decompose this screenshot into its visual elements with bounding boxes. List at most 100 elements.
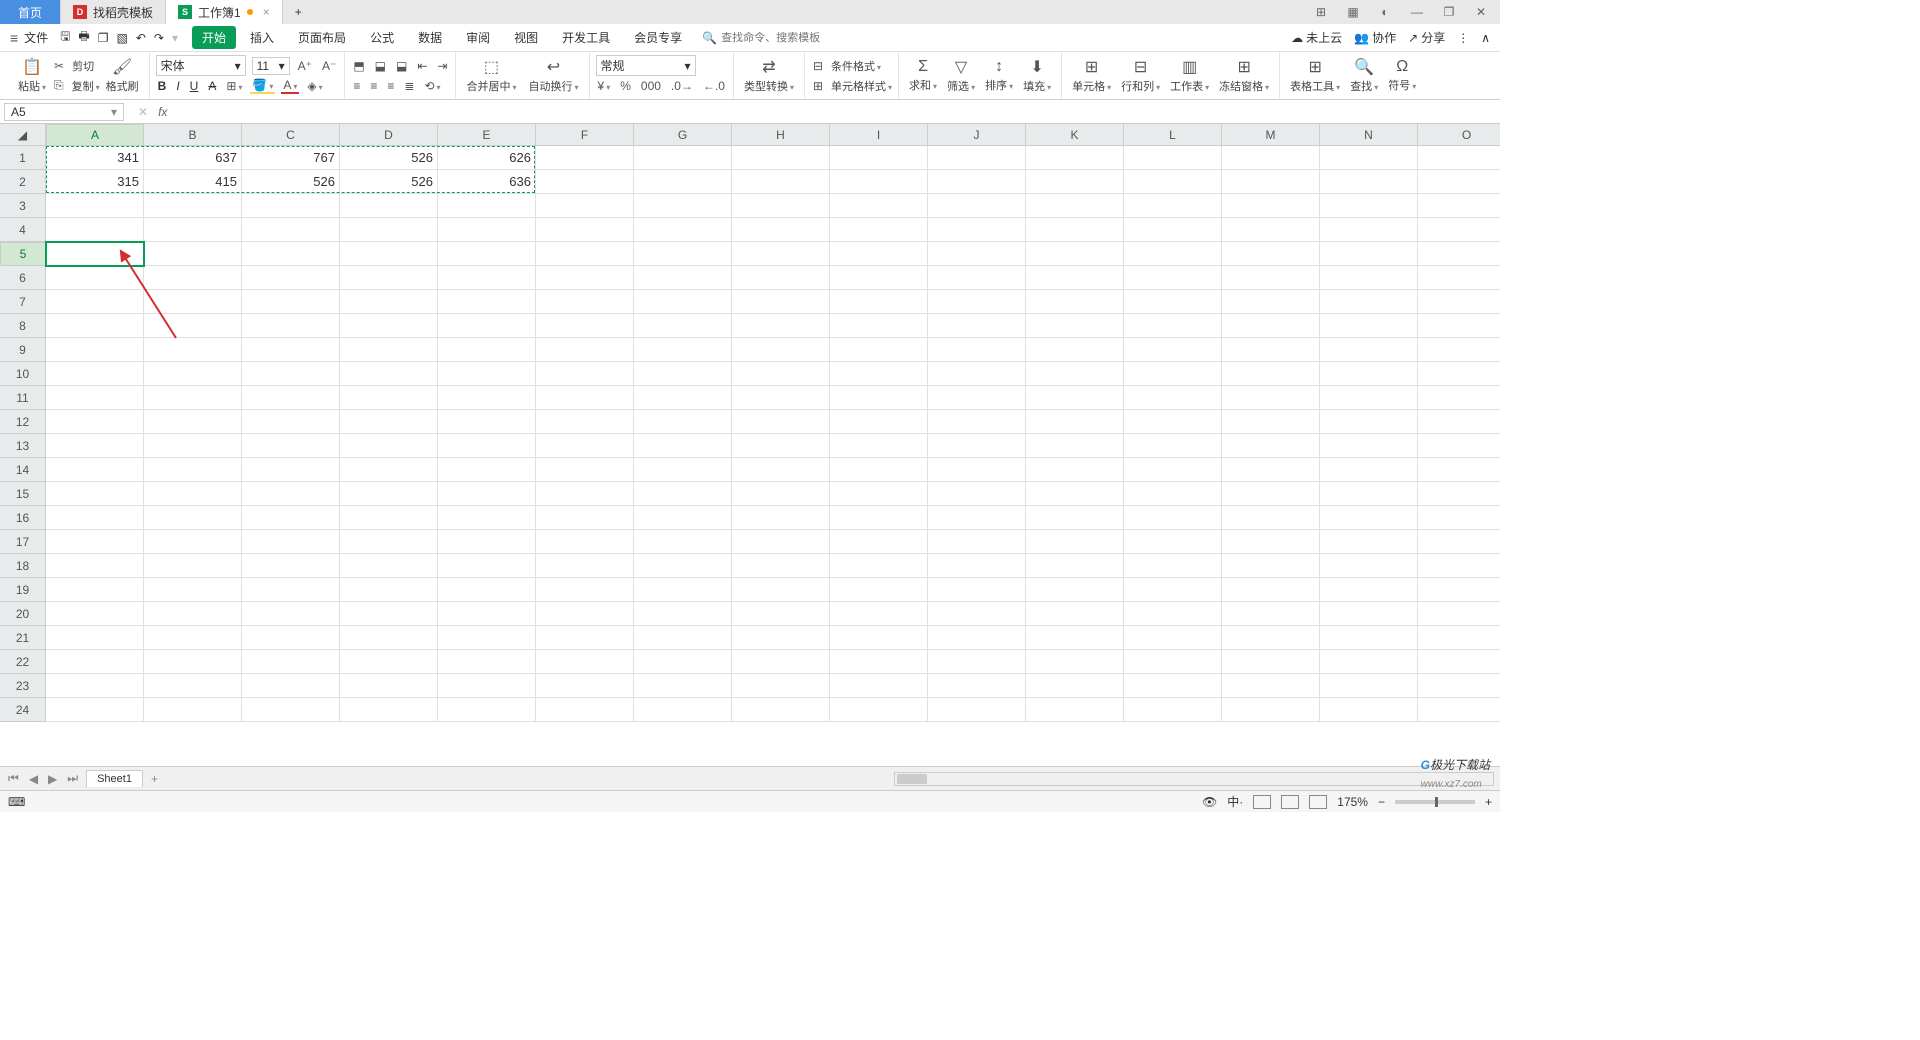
wrap-text-button[interactable]: ↩自动换行 bbox=[525, 57, 583, 94]
layout-1-icon[interactable]: ⊞ bbox=[1310, 5, 1332, 19]
cell[interactable] bbox=[1124, 578, 1222, 602]
cell[interactable] bbox=[830, 650, 928, 674]
cell[interactable] bbox=[1320, 674, 1418, 698]
cell[interactable] bbox=[438, 266, 536, 290]
increase-font-icon[interactable]: A⁺ bbox=[296, 59, 314, 73]
cell[interactable] bbox=[928, 266, 1026, 290]
cell[interactable] bbox=[438, 578, 536, 602]
spreadsheet-grid[interactable]: ◢ABCDEFGHIJKLMNO134163776752662623154155… bbox=[0, 124, 1500, 766]
cell[interactable] bbox=[1320, 626, 1418, 650]
cell[interactable] bbox=[1026, 674, 1124, 698]
cell[interactable] bbox=[144, 314, 242, 338]
cell[interactable] bbox=[1026, 146, 1124, 170]
cell[interactable] bbox=[242, 410, 340, 434]
close-window-icon[interactable]: ✕ bbox=[1470, 5, 1492, 19]
cell[interactable] bbox=[242, 290, 340, 314]
cell[interactable] bbox=[46, 602, 144, 626]
cell[interactable] bbox=[536, 242, 634, 266]
cell[interactable] bbox=[1124, 674, 1222, 698]
cell[interactable] bbox=[830, 170, 928, 194]
cell[interactable] bbox=[928, 242, 1026, 266]
cell[interactable] bbox=[1222, 242, 1320, 266]
cell[interactable] bbox=[536, 194, 634, 218]
cell[interactable] bbox=[1124, 170, 1222, 194]
cell[interactable] bbox=[144, 362, 242, 386]
cell[interactable] bbox=[536, 674, 634, 698]
cell[interactable] bbox=[340, 314, 438, 338]
cell[interactable] bbox=[144, 674, 242, 698]
cell[interactable] bbox=[340, 602, 438, 626]
col-header[interactable]: H bbox=[732, 124, 830, 146]
cell[interactable] bbox=[634, 458, 732, 482]
font-name-select[interactable]: 宋体▾ bbox=[156, 55, 246, 76]
cell[interactable] bbox=[46, 242, 144, 266]
cell[interactable] bbox=[1222, 674, 1320, 698]
row-header[interactable]: 24 bbox=[0, 698, 46, 722]
cell[interactable] bbox=[438, 530, 536, 554]
cell[interactable] bbox=[732, 506, 830, 530]
cell[interactable] bbox=[536, 362, 634, 386]
cell[interactable] bbox=[144, 386, 242, 410]
orientation-icon[interactable]: ⟲ bbox=[422, 79, 442, 93]
cell[interactable] bbox=[928, 146, 1026, 170]
cell[interactable]: 415 bbox=[144, 170, 242, 194]
cell[interactable] bbox=[1124, 194, 1222, 218]
cell[interactable] bbox=[830, 482, 928, 506]
cell[interactable] bbox=[1418, 242, 1500, 266]
zoom-in-icon[interactable]: + bbox=[1485, 795, 1492, 809]
cell[interactable] bbox=[340, 338, 438, 362]
cell[interactable] bbox=[1418, 506, 1500, 530]
cell[interactable] bbox=[1026, 698, 1124, 722]
row-header[interactable]: 18 bbox=[0, 554, 46, 578]
cell[interactable] bbox=[830, 194, 928, 218]
cell[interactable] bbox=[46, 194, 144, 218]
cell[interactable] bbox=[46, 434, 144, 458]
cell[interactable] bbox=[242, 626, 340, 650]
cell[interactable] bbox=[732, 554, 830, 578]
cell[interactable] bbox=[634, 362, 732, 386]
cell[interactable] bbox=[1026, 434, 1124, 458]
cell[interactable] bbox=[928, 650, 1026, 674]
col-header[interactable]: O bbox=[1418, 124, 1500, 146]
cell[interactable] bbox=[830, 602, 928, 626]
cell[interactable] bbox=[144, 650, 242, 674]
hamburger-icon[interactable]: ≡ bbox=[10, 30, 18, 46]
cell[interactable] bbox=[46, 362, 144, 386]
cell[interactable] bbox=[1222, 482, 1320, 506]
cell[interactable] bbox=[1222, 626, 1320, 650]
cell[interactable] bbox=[144, 218, 242, 242]
cell[interactable] bbox=[438, 626, 536, 650]
fill-color-icon[interactable]: 🪣 bbox=[250, 78, 275, 94]
cell[interactable] bbox=[1124, 410, 1222, 434]
filter-button[interactable]: ▽筛选 bbox=[943, 52, 979, 99]
cell[interactable] bbox=[242, 266, 340, 290]
user-avatar-icon[interactable]: ◐ bbox=[1374, 5, 1396, 19]
cell[interactable]: 526 bbox=[340, 170, 438, 194]
row-header[interactable]: 13 bbox=[0, 434, 46, 458]
cell[interactable]: 767 bbox=[242, 146, 340, 170]
add-sheet-icon[interactable]: + bbox=[149, 772, 160, 786]
symbol-button[interactable]: Ω符号 bbox=[1384, 52, 1420, 99]
sheet-nav-last-icon[interactable]: ⏭ bbox=[65, 771, 80, 786]
cell[interactable] bbox=[536, 410, 634, 434]
cell[interactable] bbox=[438, 458, 536, 482]
more-icon[interactable]: ⋮ bbox=[1457, 31, 1469, 45]
cell[interactable] bbox=[928, 554, 1026, 578]
cell[interactable] bbox=[242, 554, 340, 578]
cell[interactable] bbox=[1026, 578, 1124, 602]
cell[interactable] bbox=[1124, 506, 1222, 530]
col-header[interactable]: A bbox=[46, 124, 144, 146]
tab-workbook[interactable]: S 工作簿1 × bbox=[166, 0, 283, 24]
col-header[interactable]: I bbox=[830, 124, 928, 146]
formula-input[interactable] bbox=[177, 105, 1490, 119]
cell[interactable] bbox=[1418, 530, 1500, 554]
col-header[interactable]: L bbox=[1124, 124, 1222, 146]
cell[interactable] bbox=[1026, 290, 1124, 314]
cell[interactable] bbox=[1320, 434, 1418, 458]
cell[interactable] bbox=[732, 650, 830, 674]
cell[interactable] bbox=[438, 194, 536, 218]
font-size-select[interactable]: 11▾ bbox=[252, 57, 290, 75]
number-format-select[interactable]: 常规▾ bbox=[596, 55, 696, 76]
row-header[interactable]: 22 bbox=[0, 650, 46, 674]
cell[interactable] bbox=[46, 290, 144, 314]
